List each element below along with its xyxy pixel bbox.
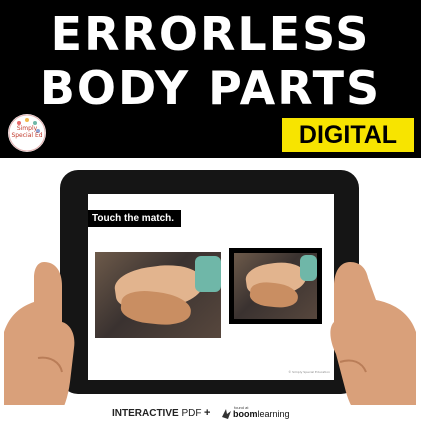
- copyright-credit: © Simply Special Education: [288, 370, 330, 374]
- right-hand-illustration: [330, 262, 416, 429]
- footer-plus: +: [204, 407, 211, 419]
- title-line-1: ERRORLESS: [50, 7, 371, 61]
- footer-interactive: INTERACTIVE: [112, 408, 179, 419]
- answer-photo-hands[interactable]: [95, 252, 221, 338]
- prompt-label: Touch the match.: [88, 210, 181, 227]
- left-hand-illustration: [4, 262, 75, 429]
- logo-icon: Simply Special Ed: [8, 114, 46, 152]
- title-line-2: BODY PARTS: [39, 61, 382, 115]
- sleeve-shape-small: [300, 255, 317, 281]
- logo-text: Simply Special Ed: [11, 125, 43, 139]
- boom-light: learning: [257, 409, 290, 419]
- boom-bold: boom: [233, 409, 258, 419]
- footer-interactive-pdf: INTERACTIVE PDF: [112, 408, 201, 419]
- boom-wordmark: boomlearning: [233, 409, 290, 419]
- boom-learning-logo: found at boomlearning: [220, 405, 290, 423]
- target-photo-hands: [234, 253, 317, 319]
- footer-bar: [0, 405, 421, 429]
- footer-pdf: PDF: [181, 408, 202, 419]
- digital-badge: DIGITAL: [282, 118, 414, 152]
- boom-bird-icon: [222, 409, 231, 419]
- sleeve-shape: [195, 256, 221, 292]
